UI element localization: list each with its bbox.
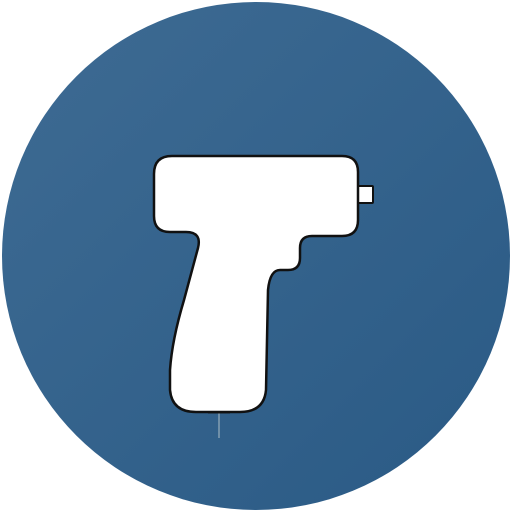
app-icon-graphic (2, 2, 510, 510)
app-icon (0, 0, 512, 512)
nozzle-tip-icon (357, 185, 374, 204)
